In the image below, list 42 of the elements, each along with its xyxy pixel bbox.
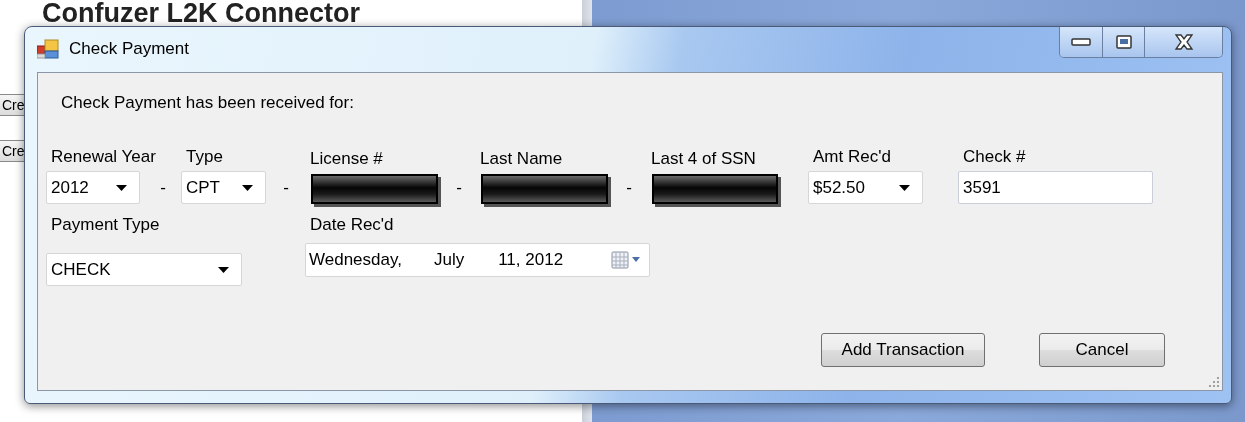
dropdown[interactable]: 2012 (46, 171, 140, 204)
field-label: Type (185, 147, 223, 168)
create-button[interactable]: Cre (0, 94, 26, 116)
minimize-button[interactable] (1060, 27, 1102, 57)
cancel-button[interactable]: Cancel (1039, 333, 1165, 367)
date-text: Wednesday, (309, 250, 402, 270)
minimize-icon (1071, 38, 1091, 46)
field-label: Payment Type (50, 215, 160, 236)
app-icon (37, 39, 59, 59)
maximize-icon (1115, 35, 1132, 49)
close-button[interactable] (1144, 27, 1222, 57)
close-icon (1173, 34, 1194, 50)
field-label: Last Name (479, 149, 563, 170)
dash-separator: - (159, 177, 167, 199)
date-text: July (433, 250, 465, 270)
create-button[interactable]: Cre (0, 140, 26, 162)
dropdown[interactable]: $52.50 (808, 171, 923, 204)
dash-separator: - (455, 177, 463, 199)
maximize-button[interactable] (1102, 27, 1144, 57)
window-title: Confuzer L2K Connector (42, 0, 360, 27)
dash-separator: - (282, 177, 290, 199)
field-label: Date Rec'd (309, 215, 394, 236)
text-field[interactable]: 3591 (958, 171, 1153, 204)
field-label: Last 4 of SSN (650, 149, 756, 170)
dash-separator: - (625, 177, 633, 199)
resize-grip-icon (1208, 376, 1220, 388)
dialog-message: Check Payment has been received for: (61, 93, 354, 113)
dialog-title: Check Payment (69, 39, 189, 59)
dropdown[interactable]: CPT (181, 171, 266, 204)
caret-icon (218, 266, 229, 273)
field-label: Check # (962, 147, 1026, 168)
date-picker[interactable]: Wednesday, July 11, 2012 (305, 243, 650, 277)
field-label: License # (309, 149, 383, 170)
calendar-icon[interactable] (611, 251, 643, 269)
field-label: Renewal Year (50, 147, 156, 168)
dropdown[interactable]: CHECK (46, 253, 242, 286)
caret-icon (242, 184, 253, 191)
caret-icon (116, 184, 127, 191)
date-text: 11, 2012 (498, 250, 564, 270)
field-label: Amt Rec'd (812, 147, 891, 168)
add-transaction-button[interactable]: Add Transaction (821, 333, 985, 367)
caret-icon (899, 184, 910, 191)
